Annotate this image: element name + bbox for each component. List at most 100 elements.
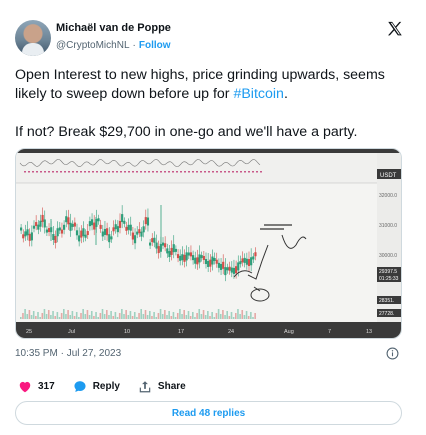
candle-body [207,260,210,267]
volume-bar [43,309,46,319]
candle-body [123,220,126,224]
oi-bar [104,171,106,173]
volume-bar [45,314,48,319]
candle-body [215,259,218,264]
date-tick-label: 13 [366,329,372,335]
volume-bar [78,317,80,319]
author-display-name[interactable]: Michaël van de Poppe [56,22,171,34]
date-tick-label: 25 [26,329,32,335]
candle-body [32,225,36,229]
candle-body [226,267,229,271]
candle-body [151,238,154,243]
oi-bar [216,171,218,173]
date-tick-label: 10 [124,329,130,335]
candle-body [26,229,29,236]
candle-body [228,266,231,271]
candle-body [155,242,158,249]
volume-bar [211,312,213,319]
tweet-timestamp[interactable]: 10:35 PM · Jul 27, 2023 [15,348,121,359]
volume-bar [131,316,134,319]
candle-body [99,224,102,229]
volume-bar [58,317,61,319]
date-tick-label: 7 [328,329,331,335]
candle-body [161,242,165,246]
candle-body [204,259,208,265]
oi-bar [124,171,126,173]
volume-bar [123,314,125,319]
volume-bar [189,316,192,319]
attached-chart-image[interactable]: USDT 32000.0 31000.0 30000.0 29397.5 01:25:3… [15,148,402,339]
candle-body [230,267,233,273]
candle-body [114,224,117,230]
volume-bar [252,317,254,319]
candle-body [108,234,111,243]
volume-bar [75,312,78,319]
volume-bar [183,310,185,319]
volume-bar [142,314,145,319]
oi-bar [36,171,38,173]
tweet-text: Open Interest to new highs, price grindi… [15,66,415,161]
volume-bar [26,314,29,319]
author-handle[interactable]: @CryptoMichNL [56,40,130,51]
volume-bar [250,312,252,319]
info-icon[interactable] [386,347,399,360]
oi-bar [92,171,94,173]
like-action[interactable]: 317 [18,380,55,393]
candle-body [39,220,42,227]
share-label: Share [157,380,186,392]
candle-body [20,227,23,231]
candle-body [198,254,201,263]
volume-bar [181,314,183,319]
oi-bar [228,171,230,173]
volume-bar [219,314,222,319]
tweet-paragraph-1-end: . [283,86,288,102]
oi-bar [236,171,238,173]
volume-bar [133,312,136,319]
volume-bar [161,314,164,319]
hashtag-bitcoin[interactable]: #Bitcoin [233,86,283,102]
volume-bar [194,317,196,319]
follow-link[interactable]: Follow [139,40,171,51]
volume-bar [192,312,194,319]
volume-bar [254,313,256,319]
oi-bar [232,171,234,173]
oi-bar [168,171,170,173]
candle-body [118,220,122,228]
candle-body [189,252,193,257]
candle-body [183,254,186,262]
candle-body [71,223,74,227]
volume-bar [80,313,82,319]
candle-body [93,222,96,230]
oi-bar [188,171,190,173]
volume-bar [207,311,209,319]
volume-bar [39,317,41,319]
author-avatar[interactable] [15,20,51,56]
oi-bar [140,171,142,173]
reply-action[interactable]: Reply [73,380,120,393]
candle-body [241,258,244,263]
share-action[interactable]: Share [138,380,186,393]
volume-bar [200,314,203,319]
volume-bar [166,315,168,319]
volume-bar [149,311,151,319]
candle-body [56,228,59,237]
oi-bar [200,171,202,173]
oi-bar [156,171,158,173]
candle-body [24,231,27,237]
read-replies-button[interactable]: Read 48 replies [15,401,402,425]
candle-body [129,224,132,231]
volume-bar [65,314,67,319]
candle-body [185,252,188,261]
volume-bar [110,311,112,319]
candle-body [174,248,177,252]
candle-body [239,261,242,265]
candle-body [63,224,66,230]
price-label: 27728. [379,311,394,317]
x-logo-icon[interactable] [386,20,404,38]
volume-bar [35,316,37,319]
volume-bar [56,312,59,319]
volume-bar [114,312,117,319]
candle-body [69,222,72,231]
volume-bar [108,315,110,319]
candle-body [172,244,175,253]
